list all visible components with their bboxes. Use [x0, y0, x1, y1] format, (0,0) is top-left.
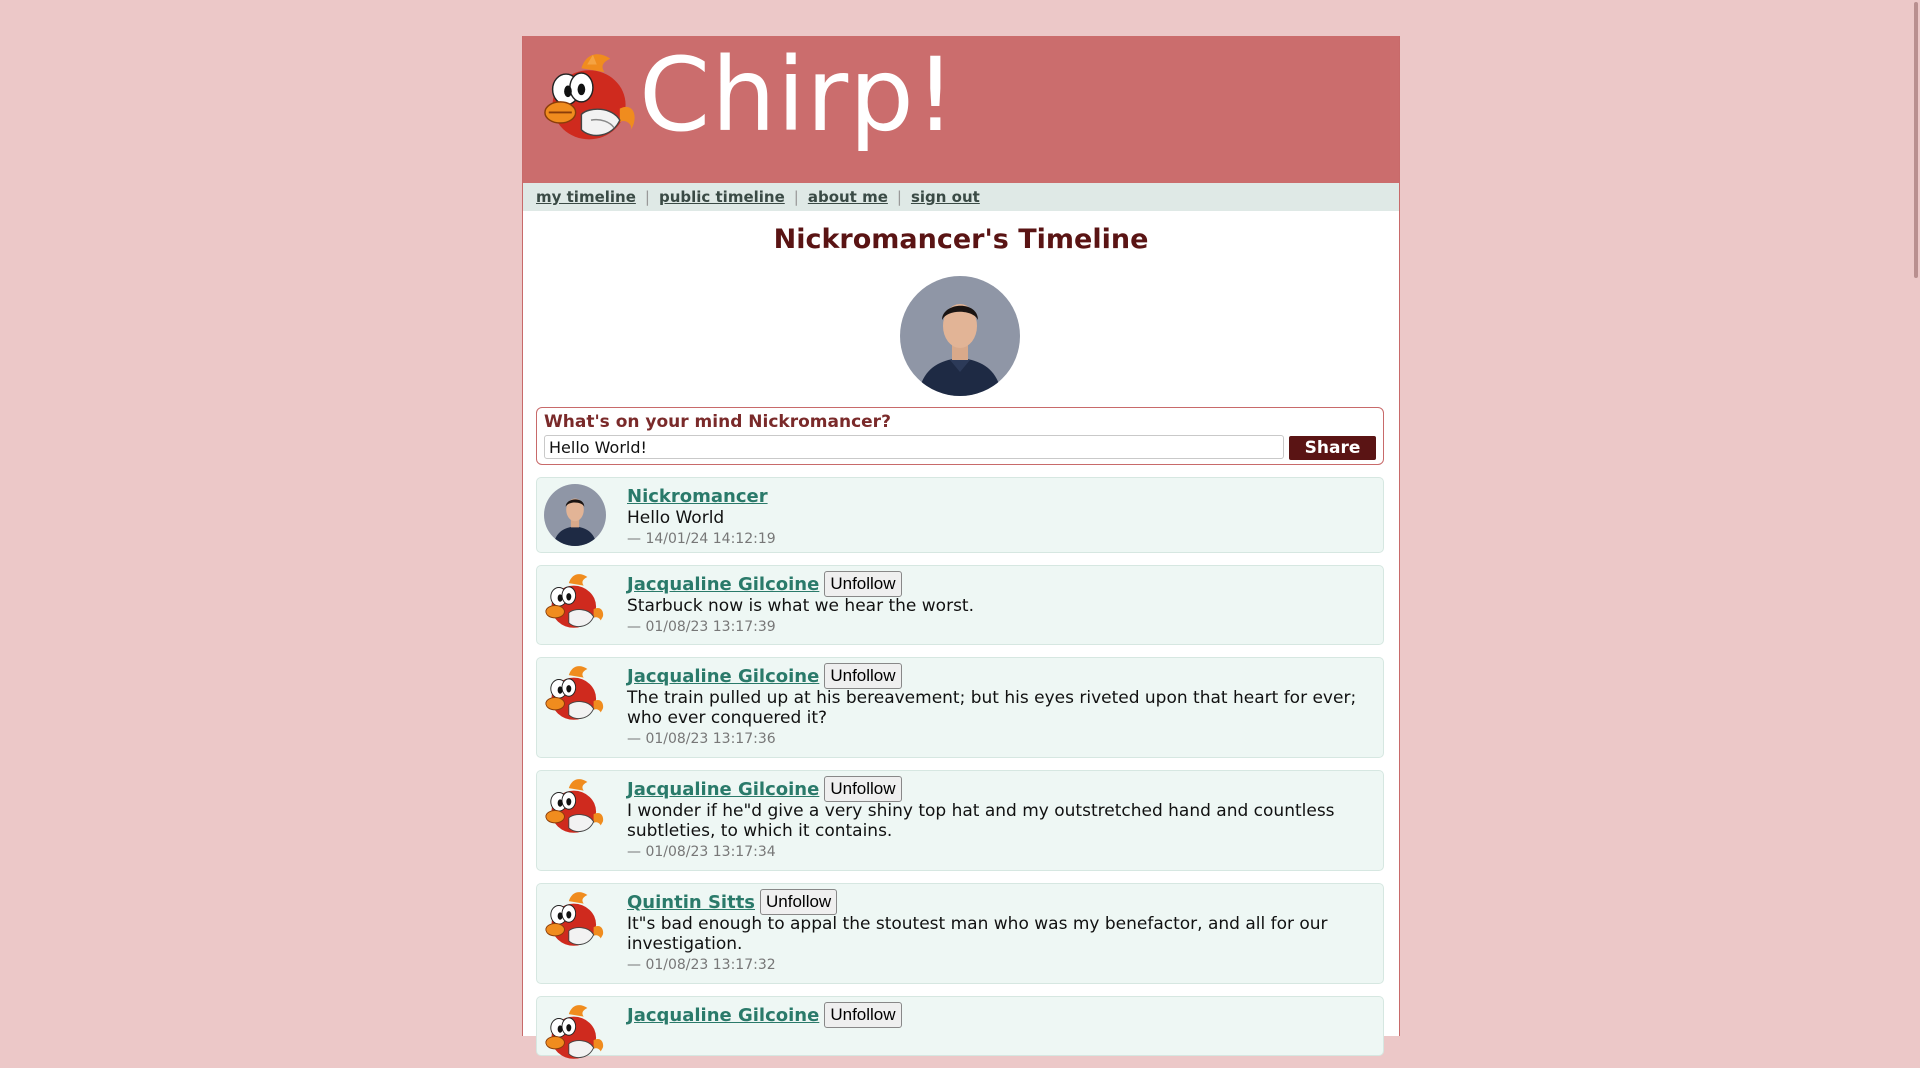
- post-timestamp: — 01/08/23 13:17:39: [627, 619, 776, 635]
- post-author-link[interactable]: Jacqualine Gilcoine: [627, 1005, 819, 1026]
- post-text: The train pulled up at his bereavement; …: [627, 688, 1357, 728]
- person-avatar-icon: [900, 276, 1020, 396]
- app-logo-text: Chirp!: [639, 36, 957, 155]
- main-nav: my timeline | public timeline | about me…: [523, 183, 1399, 211]
- post-body: Jacqualine Gilcoine Unfollow I wonder if h…: [627, 771, 1383, 862]
- compose-input[interactable]: [544, 435, 1284, 459]
- timeline-post: Jacqualine Gilcoine Unfollow Starbuck now …: [536, 565, 1384, 645]
- page-scrollbar[interactable]: [1910, 0, 1920, 1030]
- post-avatar: [544, 1003, 606, 1065]
- profile-avatar: [900, 276, 1020, 396]
- nav-public-timeline[interactable]: public timeline: [659, 188, 785, 206]
- timeline-post: Quintin Sitts Unfollow It"s bad enough to …: [536, 883, 1384, 984]
- nav-about-me[interactable]: about me: [808, 188, 888, 206]
- post-avatar: [544, 572, 606, 634]
- nav-separator: |: [644, 188, 650, 206]
- bird-avatar-icon: [545, 574, 604, 628]
- nav-sign-out[interactable]: sign out: [911, 188, 980, 206]
- person-avatar-icon: [544, 484, 606, 546]
- post-author-link[interactable]: Jacqualine Gilcoine: [627, 574, 819, 595]
- timeline-post: Jacqualine Gilcoine Unfollow I wonder if h…: [536, 770, 1384, 871]
- post-author-line: Jacqualine Gilcoine Unfollow: [627, 1002, 1373, 1028]
- unfollow-button[interactable]: Unfollow: [824, 1002, 902, 1028]
- post-author-line: Quintin Sitts Unfollow: [627, 889, 1373, 915]
- post-timestamp: — 01/08/23 13:17:36: [627, 731, 776, 747]
- nav-separator: |: [793, 188, 799, 206]
- post-author-link[interactable]: Jacqualine Gilcoine: [627, 779, 819, 800]
- post-avatar: [544, 664, 606, 726]
- post-timestamp: — 01/08/23 13:17:32: [627, 957, 776, 973]
- post-body: Quintin Sitts Unfollow It"s bad enough to …: [627, 884, 1383, 975]
- unfollow-button[interactable]: Unfollow: [760, 889, 838, 915]
- scrollbar-thumb[interactable]: [1914, 2, 1918, 278]
- timeline-post: Jacqualine Gilcoine Unfollow The train pul…: [536, 657, 1384, 758]
- post-avatar: [544, 890, 606, 952]
- page-container: Chirp! my timeline | public timeline | a…: [522, 36, 1400, 1059]
- post-author-line: Jacqualine Gilcoine Unfollow: [627, 571, 1373, 597]
- unfollow-button[interactable]: Unfollow: [824, 571, 902, 597]
- post-author-link[interactable]: Quintin Sitts: [627, 892, 755, 913]
- post-author-line: Jacqualine Gilcoine Unfollow: [627, 663, 1373, 689]
- compose-box: What's on your mind Nickromancer? Share: [536, 407, 1384, 465]
- post-body: Jacqualine Gilcoine Unfollow Starbuck now …: [627, 566, 1383, 637]
- post-author-line: Nickromancer: [627, 484, 1373, 508]
- site-header: Chirp!: [523, 36, 1399, 183]
- timeline-post: Nickromancer Hello World — 14/01/24 14:12:…: [536, 477, 1384, 553]
- compose-label: What's on your mind Nickromancer?: [544, 412, 891, 432]
- timeline-post: Jacqualine Gilcoine Unfollow: [536, 996, 1384, 1059]
- nav-my-timeline[interactable]: my timeline: [536, 188, 636, 206]
- post-text: Hello World: [627, 508, 725, 528]
- post-author-line: Jacqualine Gilcoine Unfollow: [627, 776, 1373, 802]
- post-avatar: [544, 484, 606, 546]
- share-button[interactable]: Share: [1289, 436, 1376, 460]
- bird-avatar-icon: [545, 892, 604, 946]
- unfollow-button[interactable]: Unfollow: [824, 776, 902, 802]
- post-text: I wonder if he"d give a very shiny top h…: [627, 801, 1335, 841]
- page-title: Nickromancer's Timeline: [773, 224, 1149, 255]
- nav-separator: |: [896, 188, 902, 206]
- post-body: Jacqualine Gilcoine Unfollow The train pul…: [627, 658, 1383, 749]
- timeline-feed: Nickromancer Hello World — 14/01/24 14:12:…: [536, 477, 1384, 1068]
- post-author-link[interactable]: Jacqualine Gilcoine: [627, 666, 819, 687]
- post-text: Starbuck now is what we hear the worst.: [627, 596, 974, 616]
- post-avatar: [544, 777, 606, 839]
- bird-avatar-icon: [545, 779, 604, 833]
- unfollow-button[interactable]: Unfollow: [824, 663, 902, 689]
- bird-avatar-icon: [545, 666, 604, 720]
- post-timestamp: — 01/08/23 13:17:34: [627, 844, 776, 860]
- bird-logo-icon: [544, 54, 635, 140]
- post-body: Nickromancer Hello World — 14/01/24 14:12:…: [627, 478, 1383, 549]
- bird-avatar-icon: [545, 1005, 604, 1059]
- post-author-link[interactable]: Nickromancer: [627, 486, 768, 507]
- post-text: It"s bad enough to appal the stoutest ma…: [627, 914, 1328, 954]
- post-body: Jacqualine Gilcoine Unfollow: [627, 997, 1383, 1028]
- post-timestamp: — 14/01/24 14:12:19: [627, 531, 776, 547]
